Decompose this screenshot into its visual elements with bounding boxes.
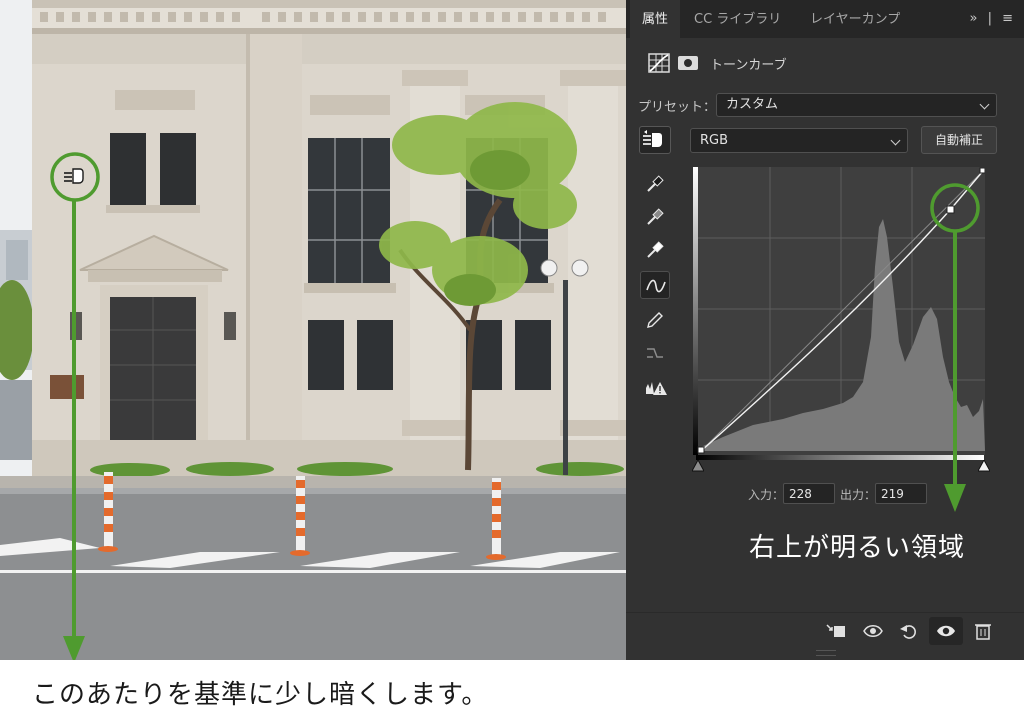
chevron-down-icon [890,135,901,145]
preset-label: プリセット： [638,100,717,115]
white-input-slider[interactable] [978,460,990,472]
eyedropper-gray-icon [647,208,664,225]
input-gradient-bar [696,455,984,460]
eyedropper-white-icon [647,241,664,258]
channel-dropdown[interactable]: RGB [690,128,908,153]
tab-layer-comps[interactable]: レイヤーカンプ [798,0,912,38]
input-output-row: 入力： 228 出力： 219 [626,483,1024,505]
curve-point-black[interactable] [697,446,705,454]
curves-adjustment-icon[interactable] [648,53,670,73]
highlight-region-annotation: 右上が明るい領域 [749,533,966,563]
tab-properties[interactable]: 属性 [630,0,681,38]
panel-resize-grip[interactable] [816,650,836,656]
photo-canvas[interactable] [0,0,626,660]
reset-icon[interactable] [898,621,920,641]
output-value-field[interactable]: 219 [875,483,927,504]
on-image-adjust-tool[interactable] [639,126,671,154]
output-gradient-bar [693,167,698,455]
eye-icon [937,625,955,637]
tab-cc-libraries[interactable]: CC ライブラリ [682,0,793,38]
visibility-toggle[interactable] [929,617,963,645]
caption-text: このあたりを基準に少し暗くします。 [32,680,489,710]
smooth-icon [647,348,663,358]
gray-point-eyedropper[interactable] [640,203,670,231]
input-value-field[interactable]: 228 [783,483,835,504]
black-point-eyedropper[interactable] [640,170,670,198]
curve-edit-point-tool[interactable] [640,271,670,299]
view-previous-state-icon[interactable] [862,621,884,641]
panel-title: トーンカーブ [710,57,787,73]
smooth-curve-tool[interactable] [640,339,670,367]
pencil-draw-tool[interactable] [640,306,670,334]
curve-point-icon [646,279,666,293]
output-label: 出力： [840,488,877,502]
chevron-down-icon [979,99,990,110]
layer-mask-icon[interactable] [678,56,698,70]
hand-target-icon [643,130,662,147]
panel-menu-icons[interactable]: » | ≡ [970,11,1017,26]
eyedropper-black-icon [647,175,664,192]
white-point-eyedropper[interactable] [640,236,670,264]
histogram-warning-icon [646,382,667,395]
panel-tab-bar: 属性 CC ライブラリ レイヤーカンプ » | ≡ [626,0,1024,38]
pencil-icon [647,312,663,328]
black-input-slider[interactable] [692,460,704,472]
caption-bar: このあたりを基準に少し暗くします。 [0,660,1024,723]
trash-icon[interactable] [972,621,994,641]
tone-curve-graph[interactable] [693,167,985,455]
clipping-warning-tool[interactable] [640,374,670,402]
curve-point-highlight[interactable] [946,205,955,214]
curve-point-white[interactable] [979,167,985,174]
channel-value: RGB [700,133,729,148]
clip-to-layer-icon[interactable] [825,621,847,641]
preset-value: カスタム [726,97,779,112]
panel-bottom-bar [626,612,1024,649]
preset-dropdown[interactable]: カスタム [716,93,997,117]
input-label: 入力： [748,488,785,502]
auto-button[interactable]: 自動補正 [921,126,997,154]
adjustment-header: トーンカーブ [648,52,787,74]
